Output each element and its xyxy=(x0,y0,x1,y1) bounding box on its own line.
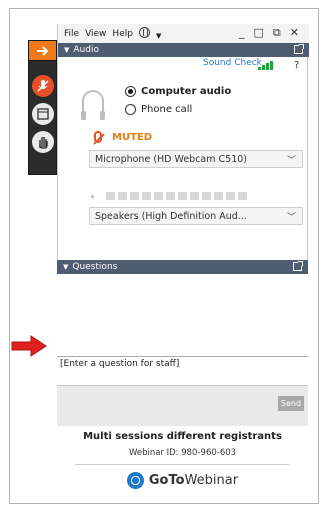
signal-bars-icon xyxy=(258,61,273,70)
speakers-select[interactable]: Speakers (High Definition Aud... ﹀ xyxy=(89,207,303,225)
questions-log xyxy=(57,274,308,356)
audio-section-header[interactable]: ▼ Audio xyxy=(58,43,309,57)
raise-hand-icon[interactable] xyxy=(32,131,54,153)
divider xyxy=(75,464,290,465)
microphone-select[interactable]: Microphone (HD Webcam C510) ﹀ xyxy=(89,150,303,168)
webinar-id: Webinar ID: 980-960-603 xyxy=(128,448,237,458)
logo-webinar: Webinar xyxy=(184,473,239,488)
mute-microphone-icon[interactable] xyxy=(32,75,54,97)
sound-check-link-label[interactable]: Sound Check xyxy=(203,58,262,68)
meter-segment xyxy=(226,192,235,200)
meter-segment xyxy=(202,192,211,200)
phone-call-label: Phone call xyxy=(141,104,193,115)
restore-button[interactable]: □ xyxy=(254,26,264,40)
headset-icon xyxy=(81,90,105,120)
radio-unselected-icon xyxy=(125,104,136,115)
minimize-button[interactable]: _ xyxy=(239,26,245,40)
control-strip xyxy=(28,40,57,175)
send-button[interactable]: Send xyxy=(278,396,304,411)
meter-segment xyxy=(166,192,175,200)
question-footer: Send xyxy=(57,386,308,426)
menu-file[interactable]: File xyxy=(64,29,79,39)
computer-audio-radio[interactable]: Computer audio xyxy=(125,86,231,97)
microphone-value: Microphone (HD Webcam C510) xyxy=(95,153,248,165)
speaker-icon: 🔈︎ xyxy=(91,192,96,201)
meter-segment xyxy=(190,192,199,200)
radio-selected-icon xyxy=(125,86,136,97)
session-info: Multi sessions different registrants Web… xyxy=(57,428,308,489)
meter-segment xyxy=(238,192,247,200)
collapse-arrow-icon[interactable] xyxy=(29,41,56,61)
meter-segment xyxy=(154,192,163,200)
questions-section-title: Questions xyxy=(72,262,118,272)
logo-goto: GoTo xyxy=(148,473,185,488)
collapse-triangle-icon[interactable]: ▼ xyxy=(64,46,69,54)
meter-segment xyxy=(106,192,115,200)
menu-bar: File View Help ▼ _ □ ⧉ ✕ xyxy=(58,24,309,43)
popout-section-icon[interactable] xyxy=(294,44,304,54)
muted-microphone-icon xyxy=(94,131,102,143)
language-globe-icon[interactable]: ▼ xyxy=(138,26,167,41)
menu-view[interactable]: View xyxy=(85,29,106,39)
red-arrow-icon xyxy=(11,335,47,357)
question-placeholder: [Enter a question for staff] xyxy=(60,359,180,369)
question-input[interactable]: [Enter a question for staff] xyxy=(57,356,308,386)
gotowebinar-logo: GoTo Webinar xyxy=(57,472,308,489)
chevron-down-icon: ﹀ xyxy=(286,156,296,166)
help-button[interactable]: ? xyxy=(294,60,299,71)
meter-segment xyxy=(178,192,187,200)
gotowebinar-logo-icon xyxy=(126,472,144,489)
close-button[interactable]: ✕ xyxy=(290,26,299,40)
meter-segment xyxy=(130,192,139,200)
chevron-down-icon: ﹀ xyxy=(286,213,296,223)
computer-audio-label: Computer audio xyxy=(141,86,232,97)
collapse-triangle-icon[interactable]: ▼ xyxy=(63,263,68,271)
phone-call-radio[interactable]: Phone call xyxy=(125,104,192,115)
speakers-value: Speakers (High Definition Aud... xyxy=(95,210,247,222)
popout-button[interactable]: ⧉ xyxy=(273,26,281,40)
muted-status: MUTED xyxy=(94,131,152,143)
window-controls: _ □ ⧉ ✕ xyxy=(239,26,305,40)
popout-section-icon[interactable] xyxy=(293,261,303,271)
audio-section-title: Audio xyxy=(73,45,99,55)
questions-section-header[interactable]: ▼ Questions xyxy=(57,260,308,274)
meter-segment xyxy=(142,192,151,200)
meter-segment xyxy=(214,192,223,200)
screen-viewer-icon[interactable] xyxy=(32,103,54,125)
meter-segment xyxy=(118,192,127,200)
muted-label: MUTED xyxy=(112,131,153,143)
menu-help[interactable]: Help xyxy=(112,29,133,39)
speaker-level-meter: 🔈︎ xyxy=(91,192,247,201)
session-title: Multi sessions different registrants xyxy=(83,431,282,442)
